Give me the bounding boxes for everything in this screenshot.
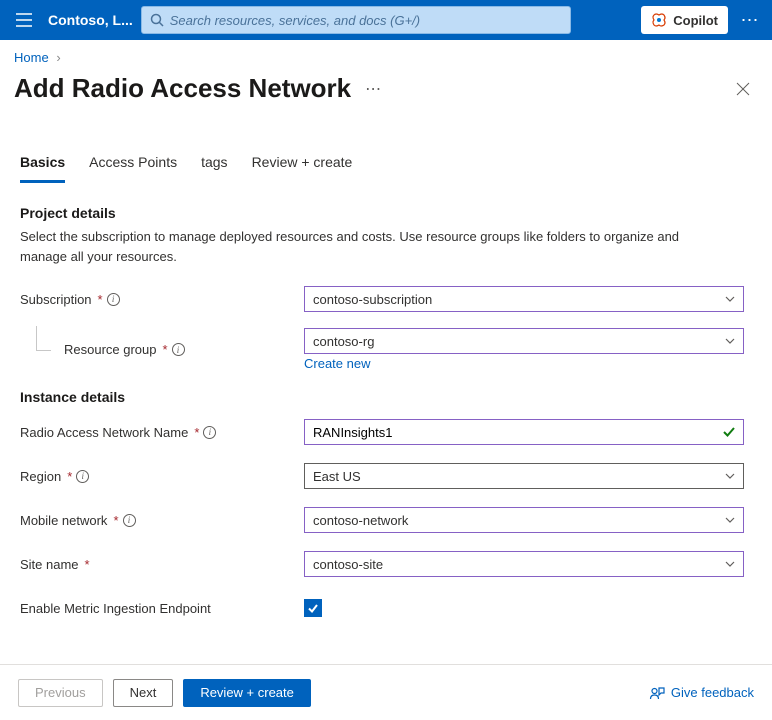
field-subscription: Subscription * i contoso-subscription [20, 284, 752, 314]
tab-basics[interactable]: Basics [20, 148, 65, 183]
chevron-down-icon [725, 296, 735, 302]
tab-access-points[interactable]: Access Points [89, 148, 177, 183]
enable-metric-label: Enable Metric Ingestion Endpoint [20, 601, 211, 616]
project-details-heading: Project details [20, 205, 752, 221]
close-button[interactable] [728, 74, 758, 104]
form-body: Project details Select the subscription … [0, 183, 772, 623]
required-icon: * [194, 425, 199, 440]
resource-group-dropdown[interactable]: contoso-rg [304, 328, 744, 354]
info-icon[interactable]: i [107, 293, 120, 306]
ran-name-input-wrap [304, 419, 744, 445]
breadcrumb: Home › [0, 40, 772, 69]
title-more-icon[interactable]: ⋯ [365, 79, 383, 99]
required-icon: * [67, 469, 72, 484]
next-button[interactable]: Next [113, 679, 174, 707]
previous-button: Previous [18, 679, 103, 707]
site-name-value: contoso-site [313, 557, 725, 572]
field-mobile-network: Mobile network * i contoso-network [20, 505, 752, 535]
create-new-link[interactable]: Create new [304, 356, 370, 371]
tenant-name[interactable]: Contoso, L... [48, 12, 133, 28]
search-icon [150, 13, 164, 27]
chevron-down-icon [725, 517, 735, 523]
field-ran-name: Radio Access Network Name * i [20, 417, 752, 447]
tab-tags[interactable]: tags [201, 148, 227, 183]
ran-name-input[interactable] [313, 425, 723, 440]
required-icon: * [113, 513, 118, 528]
tab-bar: Basics Access Points tags Review + creat… [0, 148, 772, 183]
ran-name-label: Radio Access Network Name [20, 425, 188, 440]
search-box[interactable] [141, 6, 571, 34]
chevron-down-icon [725, 473, 735, 479]
instance-details-heading: Instance details [20, 389, 752, 405]
mobile-network-label: Mobile network [20, 513, 107, 528]
feedback-icon [649, 685, 665, 701]
hamburger-menu-icon[interactable] [8, 4, 40, 36]
review-create-button[interactable]: Review + create [183, 679, 311, 707]
give-feedback-link[interactable]: Give feedback [649, 685, 754, 701]
field-region: Region * i East US [20, 461, 752, 491]
info-icon[interactable]: i [172, 343, 185, 356]
field-enable-metric: Enable Metric Ingestion Endpoint [20, 593, 752, 623]
feedback-label: Give feedback [671, 685, 754, 700]
region-label: Region [20, 469, 61, 484]
info-icon[interactable]: i [123, 514, 136, 527]
field-site-name: Site name * contoso-site [20, 549, 752, 579]
title-row: Add Radio Access Network ⋯ [0, 69, 772, 128]
subscription-label: Subscription [20, 292, 92, 307]
copilot-label: Copilot [673, 13, 718, 28]
top-bar: Contoso, L... Copilot ⋯ [0, 0, 772, 40]
more-icon[interactable]: ⋯ [736, 6, 764, 34]
info-icon[interactable]: i [203, 426, 216, 439]
mobile-network-dropdown[interactable]: contoso-network [304, 507, 744, 533]
enable-metric-checkbox[interactable] [304, 599, 322, 617]
site-name-label: Site name [20, 557, 79, 572]
chevron-down-icon [725, 338, 735, 344]
valid-check-icon [723, 426, 735, 438]
project-details-desc: Select the subscription to manage deploy… [20, 227, 700, 266]
copilot-button[interactable]: Copilot [641, 6, 728, 34]
breadcrumb-home[interactable]: Home [14, 50, 49, 65]
resource-group-value: contoso-rg [313, 334, 725, 349]
subscription-value: contoso-subscription [313, 292, 725, 307]
required-icon: * [163, 342, 168, 357]
site-name-dropdown[interactable]: contoso-site [304, 551, 744, 577]
mobile-network-value: contoso-network [313, 513, 725, 528]
region-dropdown[interactable]: East US [304, 463, 744, 489]
subscription-dropdown[interactable]: contoso-subscription [304, 286, 744, 312]
required-icon: * [98, 292, 103, 307]
region-value: East US [313, 469, 725, 484]
required-icon: * [85, 557, 90, 572]
chevron-down-icon [725, 561, 735, 567]
page-title: Add Radio Access Network [14, 73, 351, 104]
copilot-icon [651, 12, 667, 28]
field-resource-group: Resource group * i contoso-rg Create new [20, 328, 752, 371]
resource-group-label: Resource group [64, 342, 157, 357]
search-input[interactable] [170, 13, 562, 28]
tab-review-create[interactable]: Review + create [252, 148, 353, 183]
info-icon[interactable]: i [76, 470, 89, 483]
chevron-right-icon: › [56, 50, 60, 65]
footer-bar: Previous Next Review + create Give feedb… [0, 664, 772, 720]
